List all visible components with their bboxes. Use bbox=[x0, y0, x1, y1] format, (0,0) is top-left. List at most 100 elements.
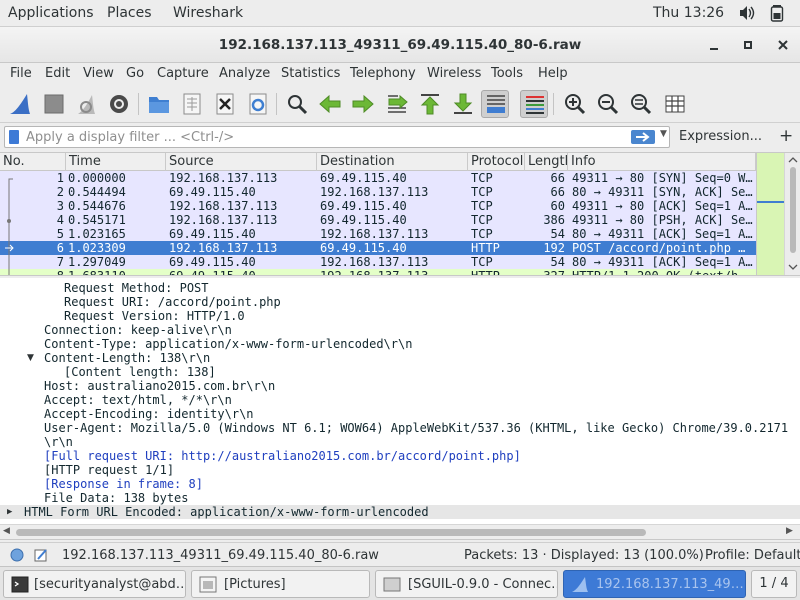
find-packet-button[interactable] bbox=[283, 90, 311, 118]
menu-file[interactable]: File bbox=[10, 66, 32, 81]
detail-response-in-frame[interactable]: [Response in frame: 8] bbox=[44, 477, 203, 491]
normal-size-button[interactable] bbox=[627, 90, 655, 118]
colorize-button[interactable] bbox=[520, 90, 548, 118]
capture-options-button[interactable] bbox=[105, 90, 133, 118]
packet-row[interactable]: 1 0.000000 192.168.137.113 69.49.115.40 TCP 6… bbox=[0, 171, 756, 185]
column-header-info[interactable]: Info bbox=[568, 153, 756, 171]
resize-columns-button[interactable] bbox=[661, 90, 689, 118]
packet-list-pane[interactable]: No. Time Source Destination Protocol Len… bbox=[0, 152, 800, 276]
detail-content-type[interactable]: Content-Type: application/x-www-form-url… bbox=[44, 337, 412, 351]
applications-menu[interactable]: Applications bbox=[8, 5, 94, 21]
column-header-protocol[interactable]: Protocol bbox=[468, 153, 525, 171]
clock[interactable]: Thu 13:26 bbox=[653, 5, 724, 21]
status-profile[interactable]: Profile: Default bbox=[705, 548, 800, 563]
packet-details-pane[interactable]: Request Method: POST Request URI: /accor… bbox=[0, 278, 800, 540]
packet-row[interactable]: 8 1.683110 69.49.115.40 192.168.137.113 HTTP… bbox=[0, 269, 756, 275]
bookmark-icon[interactable] bbox=[9, 130, 19, 144]
scroll-right-icon[interactable]: ▶ bbox=[786, 526, 793, 536]
packet-list-scrollbar[interactable] bbox=[784, 153, 800, 275]
go-forward-button[interactable] bbox=[349, 90, 377, 118]
packet-cell-dst: 69.49.115.40 bbox=[320, 171, 407, 185]
packet-cell-info: 80 → 49311 [ACK] Seq=1 A… bbox=[572, 227, 753, 241]
column-header-length[interactable]: Length bbox=[525, 153, 568, 171]
detail-request-method[interactable]: Request Method: POST bbox=[64, 281, 209, 295]
expert-info-icon[interactable] bbox=[10, 548, 24, 566]
expression-button[interactable]: Expression... bbox=[679, 129, 762, 144]
open-file-button[interactable] bbox=[145, 90, 173, 118]
menu-analyze[interactable]: Analyze bbox=[219, 66, 270, 81]
zoom-in-button[interactable] bbox=[561, 90, 589, 118]
minimize-icon[interactable] bbox=[706, 37, 722, 53]
detail-full-request-uri[interactable]: [Full request URI: http://australiano201… bbox=[44, 449, 521, 463]
close-icon[interactable] bbox=[775, 37, 791, 53]
detail-crlf[interactable]: \r\n bbox=[44, 435, 73, 449]
packet-row[interactable]: 2 0.544494 69.49.115.40 192.168.137.113 TCP 6… bbox=[0, 185, 756, 199]
collapsed-triangle-icon[interactable]: ▶ bbox=[7, 505, 12, 519]
active-app-menu[interactable]: Wireshark bbox=[173, 5, 243, 21]
add-filter-button[interactable]: + bbox=[779, 126, 793, 146]
column-header-time[interactable]: Time bbox=[66, 153, 166, 171]
task-terminal[interactable]: [securityanalyst@abd… bbox=[3, 570, 186, 598]
start-capture-button[interactable] bbox=[6, 90, 34, 118]
menu-bar: File Edit View Go Capture Analyze Statis… bbox=[0, 63, 800, 85]
detail-accept-encoding[interactable]: Accept-Encoding: identity\r\n bbox=[44, 407, 254, 421]
autoscroll-button[interactable] bbox=[481, 90, 509, 118]
detail-accept[interactable]: Accept: text/html, */*\r\n bbox=[44, 393, 232, 407]
menu-wireless[interactable]: Wireless bbox=[427, 66, 481, 81]
packet-minimap[interactable] bbox=[756, 153, 785, 275]
column-header-no[interactable]: No. bbox=[0, 153, 66, 171]
chevron-down-icon[interactable]: ▼ bbox=[660, 129, 667, 139]
menu-statistics[interactable]: Statistics bbox=[281, 66, 340, 81]
workspace-pager[interactable]: 1 / 4 bbox=[751, 570, 797, 598]
packet-row[interactable]: 6 1.023309 192.168.137.113 69.49.115.40 HTTP… bbox=[0, 241, 756, 255]
detail-file-data[interactable]: File Data: 138 bytes bbox=[44, 491, 189, 505]
packet-row[interactable]: 3 0.544676 192.168.137.113 69.49.115.40 TCP 6… bbox=[0, 199, 756, 213]
detail-connection[interactable]: Connection: keep-alive\r\n bbox=[44, 323, 232, 337]
stop-capture-button[interactable] bbox=[40, 90, 68, 118]
column-header-source[interactable]: Source bbox=[166, 153, 317, 171]
battery-icon[interactable] bbox=[769, 4, 785, 22]
task-pictures[interactable]: [Pictures] bbox=[191, 570, 370, 598]
detail-form-urlencoded-row[interactable]: ▶ HTML Form URL Encoded: application/x-w… bbox=[0, 505, 800, 519]
close-file-button[interactable] bbox=[211, 90, 239, 118]
column-header-destination[interactable]: Destination bbox=[317, 153, 468, 171]
detail-content-length-value[interactable]: [Content length: 138] bbox=[64, 365, 216, 379]
places-menu[interactable]: Places bbox=[107, 5, 152, 21]
detail-user-agent[interactable]: User-Agent: Mozilla/5.0 (Windows NT 6.1;… bbox=[44, 421, 788, 435]
menu-capture[interactable]: Capture bbox=[157, 66, 209, 81]
menu-telephony[interactable]: Telephony bbox=[350, 66, 416, 81]
details-hscrollbar[interactable]: ◀ ▶ bbox=[0, 524, 800, 539]
detail-request-uri[interactable]: Request URI: /accord/point.php bbox=[64, 295, 281, 309]
scroll-left-icon[interactable]: ◀ bbox=[3, 526, 10, 536]
task-sguil[interactable]: [SGUIL-0.9.0 - Connec… bbox=[375, 570, 558, 598]
menu-go[interactable]: Go bbox=[126, 66, 144, 81]
last-packet-button[interactable] bbox=[449, 90, 477, 118]
capture-comment-icon[interactable] bbox=[33, 547, 49, 567]
apply-filter-arrow-icon[interactable] bbox=[631, 130, 655, 144]
volume-icon[interactable] bbox=[739, 4, 755, 22]
restart-capture-button[interactable] bbox=[73, 90, 101, 118]
detail-host[interactable]: Host: australiano2015.com.br\r\n bbox=[44, 379, 275, 393]
display-filter-input[interactable]: Apply a display filter ... <Ctrl-/> ▼ bbox=[4, 126, 670, 148]
zoom-out-button[interactable] bbox=[594, 90, 622, 118]
menu-view[interactable]: View bbox=[83, 66, 114, 81]
go-to-packet-button[interactable] bbox=[383, 90, 411, 118]
window-titlebar[interactable]: 192.168.137.113_49311_69.49.115.40_80-6.… bbox=[0, 27, 800, 63]
detail-http-request-count[interactable]: [HTTP request 1/1] bbox=[44, 463, 174, 477]
menu-help[interactable]: Help bbox=[538, 66, 568, 81]
packet-row[interactable]: 4 0.545171 192.168.137.113 69.49.115.40 TCP 3… bbox=[0, 213, 756, 227]
packet-row[interactable]: 7 1.297049 69.49.115.40 192.168.137.113 TCP 5… bbox=[0, 255, 756, 269]
first-packet-button[interactable] bbox=[416, 90, 444, 118]
expanded-triangle-icon[interactable]: ▼ bbox=[27, 351, 34, 365]
detail-content-length[interactable]: Content-Length: 138\r\n bbox=[44, 351, 210, 365]
reload-file-button[interactable] bbox=[244, 90, 272, 118]
packet-row[interactable]: 5 1.023165 69.49.115.40 192.168.137.113 TCP 5… bbox=[0, 227, 756, 241]
menu-edit[interactable]: Edit bbox=[45, 66, 70, 81]
task-wireshark[interactable]: 192.168.137.113_49… bbox=[563, 570, 746, 598]
detail-request-version[interactable]: Request Version: HTTP/1.0 bbox=[64, 309, 245, 323]
go-back-button[interactable] bbox=[316, 90, 344, 118]
menu-tools[interactable]: Tools bbox=[491, 66, 523, 81]
packet-cell-info: 80 → 49311 [ACK] Seq=1 A… bbox=[572, 255, 753, 269]
save-file-button[interactable] bbox=[178, 90, 206, 118]
maximize-icon[interactable] bbox=[740, 37, 756, 53]
